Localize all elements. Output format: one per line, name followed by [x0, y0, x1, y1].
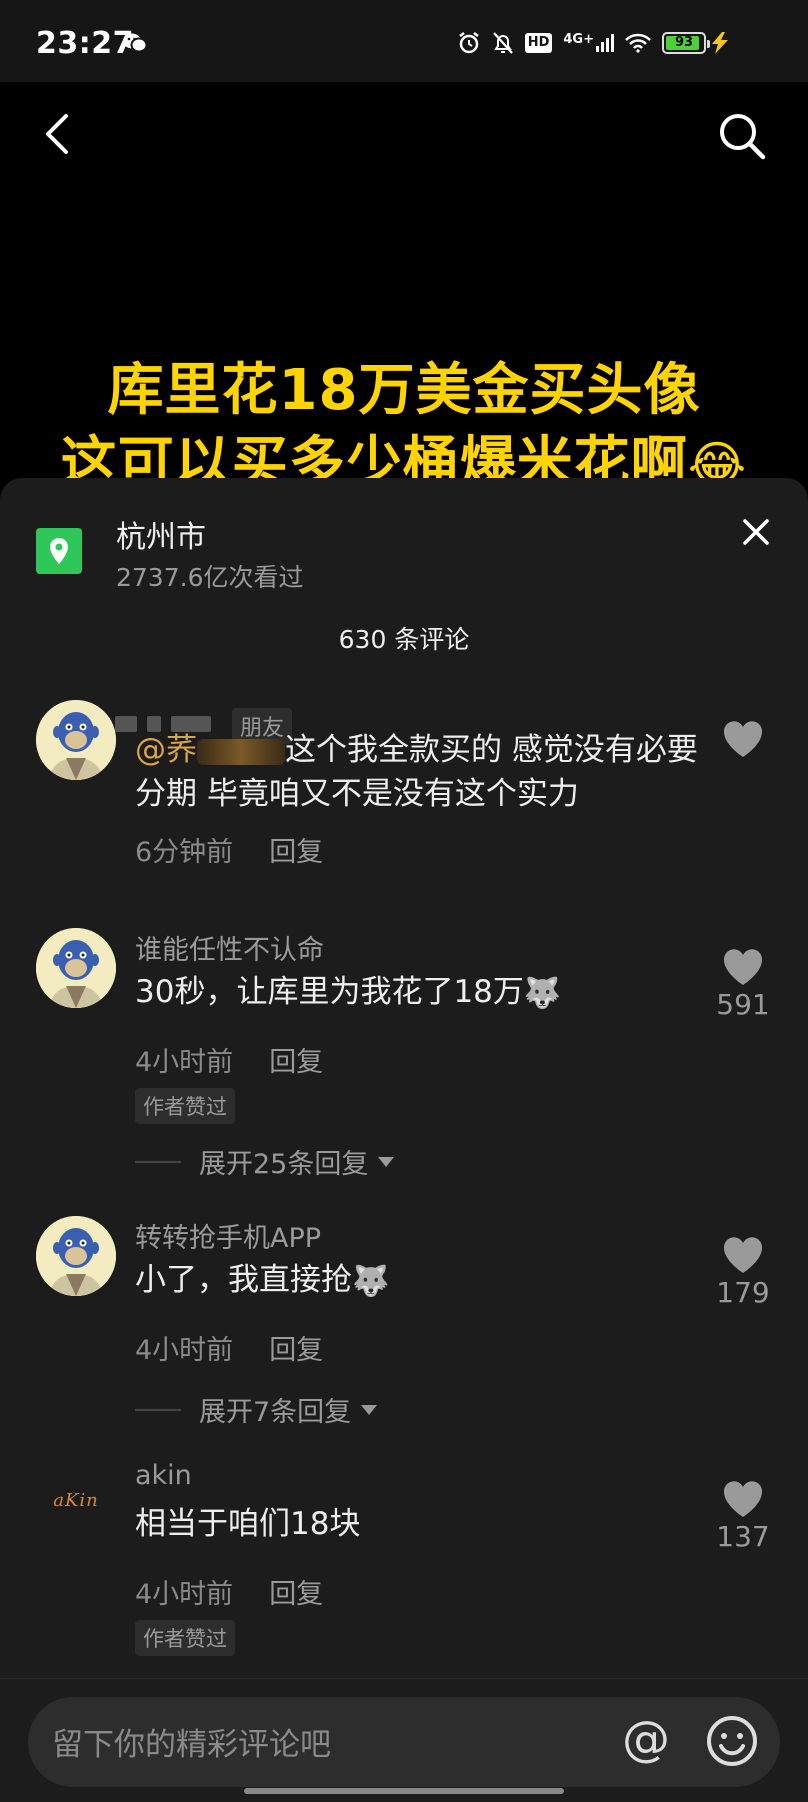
like-count: 591 — [716, 988, 770, 1021]
hd-badge: HD — [524, 33, 553, 53]
status-time: 23:27 — [36, 26, 134, 61]
caret-down-icon — [378, 1156, 395, 1167]
comment-time: 6分钟前 — [135, 837, 234, 868]
like-count: 179 — [716, 1276, 770, 1309]
signal-icon — [596, 34, 614, 52]
comment-text: 小了，我直接抢🐺 — [135, 1258, 715, 1304]
husky-emoji-icon: 🐺 — [352, 1263, 390, 1299]
view-count: 2737.6亿次看过 — [116, 563, 304, 592]
reply-button[interactable]: 回复 — [269, 1572, 323, 1611]
comments-sheet: 杭州市 2737.6亿次看过 630 条评论 朋友 @荞 这个我全款买的 感觉没有… — [0, 478, 808, 1802]
avatar[interactable] — [36, 928, 116, 1008]
close-icon[interactable] — [740, 516, 772, 548]
reply-button[interactable]: 回复 — [269, 830, 323, 869]
reply-button[interactable]: 回复 — [269, 1040, 323, 1079]
location-title[interactable]: 杭州市 — [116, 512, 206, 556]
caret-down-icon — [361, 1404, 378, 1415]
wifi-icon — [625, 33, 651, 53]
like-button[interactable]: 591 — [708, 948, 778, 1021]
at-mention-icon[interactable]: @ — [618, 1713, 674, 1769]
video-caption-line1: 库里花18万美金买头像 — [106, 357, 701, 425]
heart-icon — [723, 1481, 763, 1517]
expand-replies-button[interactable]: 展开7条回复 — [135, 1390, 378, 1429]
author-liked-badge: 作者赞过 — [135, 1620, 235, 1656]
battery-level: 93 — [674, 35, 694, 50]
search-icon[interactable] — [716, 110, 768, 162]
heart-icon — [723, 1237, 763, 1273]
mention-redacted — [197, 738, 285, 765]
like-button[interactable]: 137 — [708, 1480, 778, 1553]
avatar[interactable] — [36, 700, 116, 780]
status-bar: 23:27 HD 4G+ 93 — [0, 0, 808, 82]
heart-icon — [723, 949, 763, 985]
network-indicator: 4G+ — [563, 33, 614, 52]
comment-input-placeholder: 留下你的精彩评论吧 — [52, 1727, 331, 1763]
heart-icon — [723, 721, 763, 757]
comment-text: 30秒，让库里为我花了18万🐺 — [135, 970, 715, 1016]
comment-count: 630 条评论 — [338, 625, 470, 654]
comment-time: 4小时前 — [135, 1047, 234, 1078]
comment-time: 4小时前 — [135, 1579, 234, 1610]
home-indicator[interactable] — [244, 1788, 564, 1794]
emoji-icon[interactable] — [704, 1713, 760, 1769]
like-count: 137 — [716, 1520, 770, 1553]
avatar[interactable]: aKin — [36, 1460, 116, 1540]
like-button[interactable]: 179 — [708, 1236, 778, 1309]
svg-text:@: @ — [622, 1713, 670, 1767]
battery-icon: 93 — [662, 32, 710, 54]
comment-username[interactable]: 转转抢手机APP — [135, 1216, 321, 1255]
comment-text: @荞 这个我全款买的 感觉没有必要分期 毕竟咱又不是没有这个实力 — [135, 732, 698, 812]
alarm-icon — [458, 32, 479, 54]
comment-time: 4小时前 — [135, 1335, 234, 1366]
comment-meta: 4小时前 回复 — [135, 1328, 323, 1367]
mention-link[interactable]: @荞 — [135, 732, 197, 768]
author-liked-badge: 作者赞过 — [135, 1088, 235, 1124]
wechat-icon — [123, 33, 148, 53]
comment-username[interactable]: 谁能任性不认命 — [135, 928, 324, 967]
comment-input-bar: 留下你的精彩评论吧 @ — [0, 1678, 808, 1802]
comment-input[interactable]: 留下你的精彩评论吧 @ — [28, 1697, 780, 1787]
reply-button[interactable]: 回复 — [269, 1328, 323, 1367]
comment-meta: 4小时前 回复 — [135, 1040, 323, 1079]
comment-meta: 6分钟前 回复 — [135, 830, 323, 869]
comment-text: 相当于咱们18块 — [135, 1506, 361, 1542]
location-icon — [36, 528, 82, 574]
charging-bolt-icon — [712, 32, 728, 54]
like-button[interactable] — [708, 720, 778, 760]
back-button[interactable] — [38, 110, 78, 158]
status-icons: HD 4G+ 93 — [457, 30, 710, 56]
mute-bell-icon — [492, 32, 513, 54]
expand-replies-button[interactable]: 展开25条回复 — [135, 1142, 395, 1181]
comment-meta: 4小时前 回复 — [135, 1572, 323, 1611]
avatar[interactable] — [36, 1216, 116, 1296]
comment-username[interactable]: akin — [135, 1460, 192, 1491]
husky-emoji-icon: 🐺 — [523, 975, 562, 1011]
